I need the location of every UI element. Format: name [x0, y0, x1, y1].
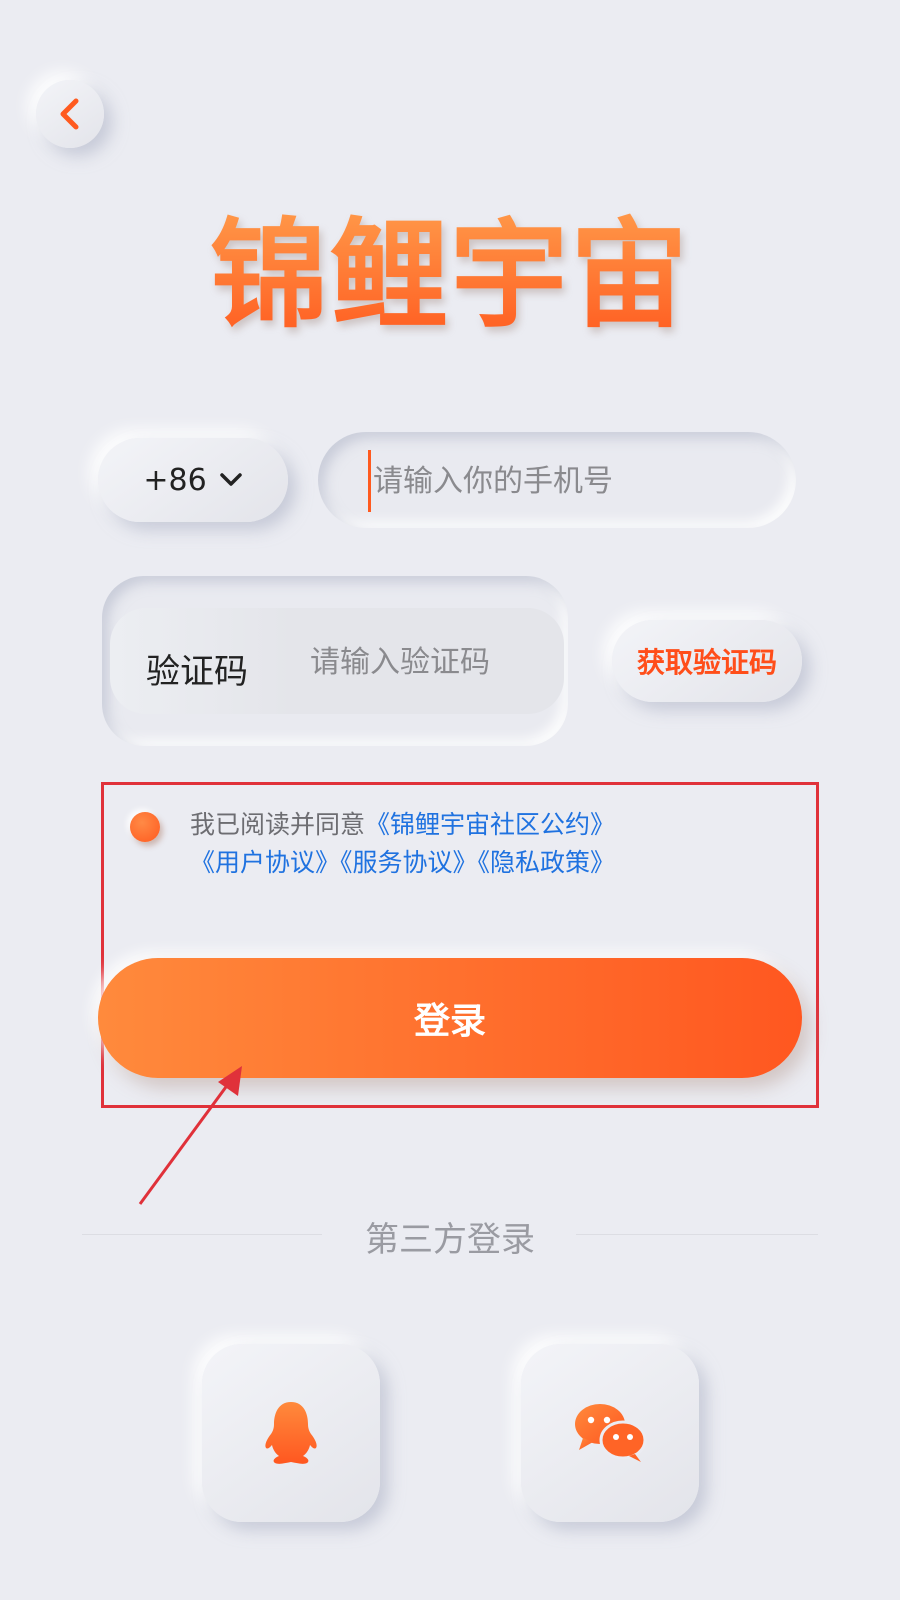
agreement-prefix: 我已阅读并同意 — [190, 810, 366, 839]
qq-login-button[interactable] — [202, 1344, 380, 1522]
back-button[interactable] — [36, 80, 104, 148]
verification-code-input[interactable] — [308, 634, 552, 690]
verification-code-label: 验证码 — [146, 652, 248, 692]
chevron-down-icon — [219, 473, 242, 486]
phone-field — [318, 432, 796, 528]
link-privacy-policy[interactable]: 《隐私政策》 — [478, 848, 616, 877]
chevron-left-icon — [60, 98, 79, 130]
verification-code-field: 验证码 — [102, 576, 568, 746]
get-code-button[interactable]: 获取验证码 — [612, 620, 802, 702]
divider-right — [576, 1234, 818, 1235]
qq-icon — [265, 1402, 317, 1464]
verification-code-inner: 验证码 — [110, 608, 564, 714]
wechat-icon — [575, 1404, 647, 1462]
phone-input[interactable] — [368, 450, 775, 512]
annotation-arrow — [138, 1066, 242, 1205]
link-service-agreement[interactable]: 《服务协议》 — [340, 848, 478, 877]
wechat-login-button[interactable] — [521, 1344, 699, 1522]
app-logo: 锦鲤宇宙 — [0, 205, 900, 345]
agreement-text: 我已阅读并同意《锦鲤宇宙社区公约》《用户协议》《服务协议》《隐私政策》 — [190, 806, 750, 882]
agreement-radio[interactable] — [130, 812, 160, 842]
link-community-rules[interactable]: 《锦鲤宇宙社区公约》 — [365, 810, 615, 839]
link-user-agreement[interactable]: 《用户协议》 — [190, 848, 340, 877]
country-code-select[interactable]: +86 — [98, 438, 288, 522]
country-code-value: +86 — [143, 462, 207, 498]
third-party-title: 第三方登录 — [365, 1220, 535, 1260]
